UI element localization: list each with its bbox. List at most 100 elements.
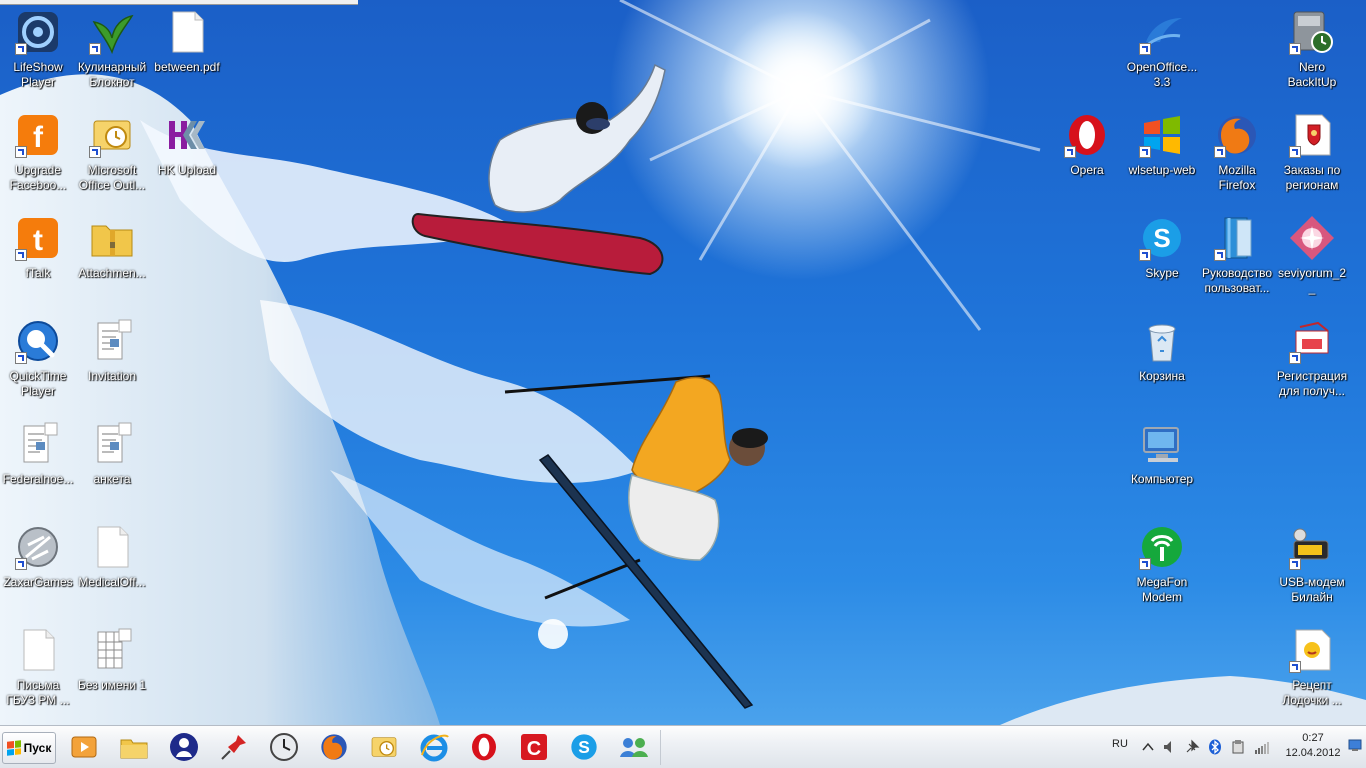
- taskbar-button-pushpin[interactable]: [212, 729, 256, 765]
- desktop-icon-attachments[interactable]: Attachmen...: [74, 208, 150, 308]
- start-button[interactable]: Пуск: [2, 732, 56, 764]
- desktop-icon-registratsiya[interactable]: Регистрация для получ...: [1274, 311, 1350, 411]
- desktop-icon-megafon-modem[interactable]: MegaFon Modem: [1124, 517, 1200, 617]
- skype-icon: S: [571, 734, 597, 760]
- desktop-icon-label: Без имени 1: [77, 678, 147, 692]
- taskbar-button-clock-app[interactable]: [262, 729, 306, 765]
- taskbar-button-internet-explorer[interactable]: [412, 729, 456, 765]
- desktop[interactable]: LifeShow Player Кулинарный Блокнот between…: [0, 0, 1366, 725]
- media-player-icon: [71, 736, 97, 758]
- taskbar-button-skype[interactable]: S: [562, 729, 606, 765]
- taskbar-button-media-player[interactable]: [62, 729, 106, 765]
- blank-document-icon: [163, 8, 211, 56]
- desktop-icon-recept-lodochki[interactable]: Рецепт Лодочки ...: [1274, 620, 1350, 720]
- desktop-icon-upgrade-facebook[interactable]: f Upgrade Faceboo...: [0, 105, 76, 205]
- shortcut-arrow-icon: [1064, 146, 1076, 158]
- shortcut-arrow-icon: [89, 43, 101, 55]
- desktop-icon-kompyuter[interactable]: Компьютер: [1124, 414, 1200, 514]
- recipe-document-icon: [1288, 626, 1336, 674]
- desktop-icon-lifeshow-player[interactable]: LifeShow Player: [0, 2, 76, 102]
- desktop-icon-label: Заказы по регионам: [1283, 163, 1341, 192]
- desktop-icon-zakazy-po-regionam[interactable]: Заказы по регионам: [1274, 105, 1350, 205]
- bluetooth-icon[interactable]: [1207, 739, 1223, 755]
- desktop-icon-hk-upload[interactable]: HK Upload: [149, 105, 225, 205]
- clock-date: 12.04.2012: [1285, 747, 1341, 759]
- desktop-icon-label: Federalnoe...: [2, 472, 74, 486]
- taskbar-button-user-agent[interactable]: [162, 729, 206, 765]
- language-indicator[interactable]: RU: [1112, 738, 1128, 750]
- shortcut-arrow-icon: [15, 249, 27, 261]
- desktop-icon-label: Opera: [1070, 163, 1104, 177]
- taskbar-button-c-app[interactable]: C: [512, 729, 556, 765]
- outlook-icon: [88, 111, 136, 159]
- desktop-icon-label: Invitation: [87, 369, 137, 383]
- shortcut-arrow-icon: [15, 558, 27, 570]
- svg-text:S: S: [578, 737, 590, 757]
- registration-icon: [1288, 317, 1336, 365]
- blank-document-icon: [14, 626, 62, 674]
- show-hidden-icons-arrow-icon[interactable]: [1140, 739, 1156, 755]
- desktop-icon-ms-office-outlook[interactable]: Microsoft Office Outl...: [74, 105, 150, 205]
- shortcut-arrow-icon: [1139, 43, 1151, 55]
- shortcut-arrow-icon: [1289, 43, 1301, 55]
- desktop-icon-invitation[interactable]: Invitation: [74, 311, 150, 411]
- tray-clock[interactable]: 0:27 12.04.2012: [1278, 731, 1348, 761]
- desktop-icon-label: Рецепт Лодочки ...: [1282, 678, 1342, 707]
- desktop-icon-usb-modem-beeline[interactable]: USB-модем Билайн: [1274, 517, 1350, 617]
- desktop-icon-seviyorum[interactable]: seviyorum_2_: [1274, 208, 1350, 308]
- taskbar-button-outlook[interactable]: [362, 729, 406, 765]
- desktop-icon-zaxargames[interactable]: ZaxarGames: [0, 517, 76, 617]
- desktop-icon-medicaloff[interactable]: MedicalOff...: [74, 517, 150, 617]
- show-desktop-icon[interactable]: [1348, 738, 1362, 752]
- desktop-icon-label: LifeShow Player: [13, 60, 63, 89]
- desktop-icon-mozilla-firefox[interactable]: Mozilla Firefox: [1199, 105, 1275, 205]
- usb-device-icon[interactable]: [1230, 739, 1246, 755]
- desktop-icon-opera[interactable]: Opera: [1049, 105, 1125, 205]
- desktop-icon-label: HK Upload: [157, 163, 217, 177]
- desktop-icon-label: Attachmen...: [78, 266, 146, 280]
- desktop-icon-quicktime-player[interactable]: QuickTime Player: [0, 311, 76, 411]
- taskbar-button-firefox[interactable]: [312, 729, 356, 765]
- skype-icon: S: [1138, 214, 1186, 262]
- desktop-icon-label: Кулинарный Блокнот: [77, 60, 147, 89]
- taskbar-button-opera[interactable]: [462, 729, 506, 765]
- clock-icon: [270, 733, 298, 761]
- shortcut-arrow-icon: [1139, 146, 1151, 158]
- pin-tray-icon[interactable]: [1184, 739, 1200, 755]
- desktop-icon-pisma-gbuz[interactable]: Письма ГБУЗ РМ ...: [0, 620, 76, 720]
- openoffice-icon: [1138, 8, 1186, 56]
- taskbar-button-explorer[interactable]: [112, 729, 156, 765]
- taskbar-button-network-people[interactable]: [612, 729, 656, 765]
- shortcut-arrow-icon: [89, 146, 101, 158]
- desktop-icon-anketa[interactable]: анкета: [74, 414, 150, 514]
- network-signal-icon[interactable]: [1254, 739, 1270, 755]
- usb-modem-icon: [1288, 523, 1336, 571]
- desktop-icon-label: Регистрация для получ...: [1276, 369, 1348, 398]
- desktop-icon-wlsetup-web[interactable]: wlsetup-web: [1124, 105, 1200, 205]
- desktop-icon-federalnoe[interactable]: Federalnoe...: [0, 414, 76, 514]
- desktop-icon-rukovodstvo[interactable]: Руководство пользоват...: [1199, 208, 1275, 308]
- volume-icon[interactable]: [1162, 739, 1178, 755]
- desktop-icon-kulinarny-bloknot[interactable]: Кулинарный Блокнот: [74, 2, 150, 102]
- desktop-icon-ftalk[interactable]: t fTalk: [0, 208, 76, 308]
- shortcut-arrow-icon: [1139, 249, 1151, 261]
- desktop-icon-label: fTalk: [25, 266, 51, 280]
- desktop-icon-skype[interactable]: S Skype: [1124, 208, 1200, 308]
- zaxar-icon: [14, 523, 62, 571]
- svg-text:C: C: [527, 738, 541, 760]
- book-icon: [1213, 214, 1261, 262]
- recycle-bin-icon: [1138, 317, 1186, 365]
- desktop-icon-bez-imeni-1[interactable]: Без имени 1: [74, 620, 150, 720]
- shortcut-arrow-icon: [1214, 146, 1226, 158]
- desktop-icon-openoffice[interactable]: OpenOffice... 3.3: [1124, 2, 1200, 102]
- shortcut-arrow-icon: [15, 146, 27, 158]
- desktop-icon-between-pdf[interactable]: between.pdf: [149, 2, 225, 102]
- pink-star-icon: [1288, 214, 1336, 262]
- desktop-icon-korzina[interactable]: Корзина: [1124, 311, 1200, 411]
- pushpin-icon: [221, 735, 246, 760]
- opera-icon: [472, 733, 497, 761]
- shortcut-arrow-icon: [15, 43, 27, 55]
- ie-icon: [420, 734, 449, 762]
- desktop-icon-nero-backitup[interactable]: Nero BackItUp: [1274, 2, 1350, 102]
- desktop-icon-label: USB-модем Билайн: [1279, 575, 1345, 604]
